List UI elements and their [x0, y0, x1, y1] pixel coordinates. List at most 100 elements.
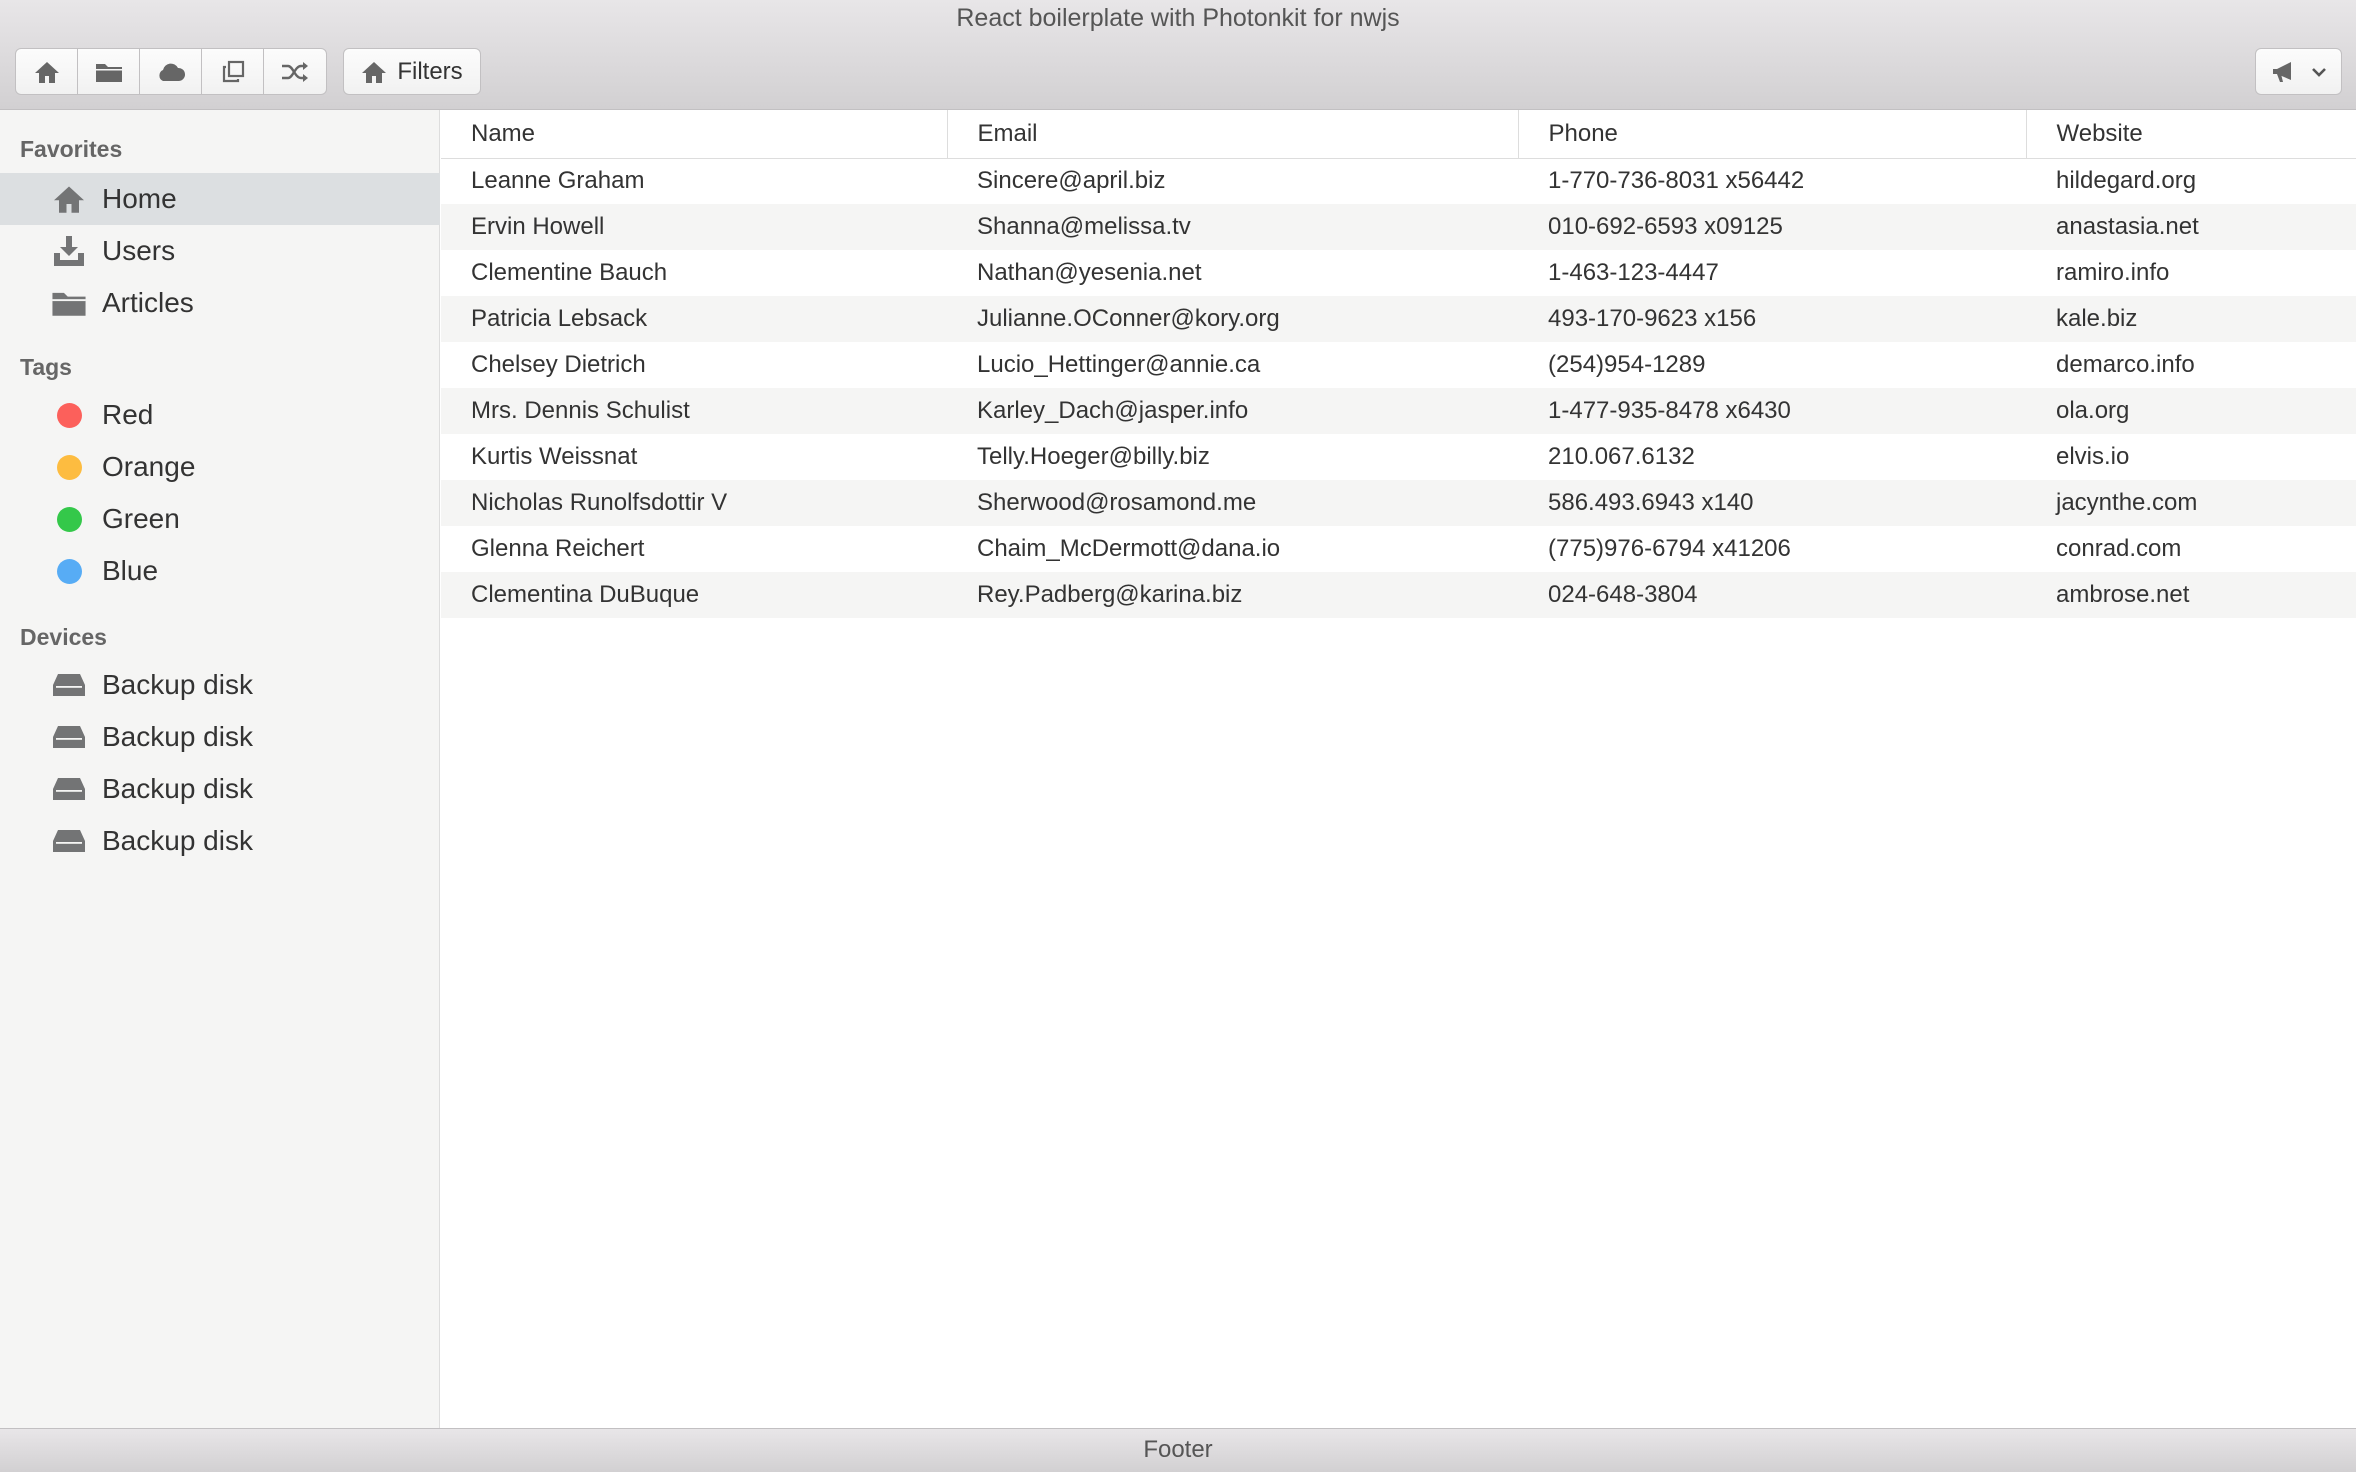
green-dot-icon — [50, 500, 88, 538]
sidebar-item-users[interactable]: Users — [0, 225, 440, 277]
folder-button[interactable] — [78, 49, 140, 94]
table-row[interactable]: Mrs. Dennis Schulist Karley_Dach@jasper.… — [441, 388, 2356, 434]
sidebar-item-label: Red — [102, 399, 154, 430]
sidebar-item-tag-orange[interactable]: Orange — [0, 441, 440, 493]
sidebar-item-label: Backup disk — [102, 825, 253, 856]
sidebar-item-backup-disk[interactable]: Backup disk — [0, 659, 440, 711]
cell-website: ambrose.net — [2026, 572, 2356, 618]
table-row[interactable]: Patricia Lebsack Julianne.OConner@kory.o… — [441, 296, 2356, 342]
drive-icon — [50, 666, 88, 704]
cell-website: ramiro.info — [2056, 259, 2170, 286]
cell-website: elvis.io — [2056, 443, 2130, 470]
main-content: Name Email Phone Website Leanne Graham S… — [441, 110, 2356, 1428]
cell-phone: (254)954-1289 — [1548, 351, 1706, 378]
sidebar-item-home[interactable]: Home — [0, 173, 440, 225]
table-row[interactable]: Leanne Graham Sincere@april.biz 1-770-73… — [441, 158, 2356, 204]
cell-phone: 586.493.6943 x140 — [1518, 480, 2026, 526]
cell-website: jacynthe.com — [2026, 480, 2356, 526]
folder-icon — [50, 284, 88, 322]
sidebar-item-label: Users — [102, 235, 176, 266]
home-icon — [361, 60, 387, 84]
download-icon — [50, 232, 88, 270]
sidebar-item-backup-disk[interactable]: Backup disk — [0, 711, 440, 763]
cell-phone: 1-463-123-4447 — [1548, 259, 1719, 286]
cloud-button[interactable] — [140, 49, 202, 94]
cell-name: Clementina DuBuque — [441, 572, 947, 618]
sidebar-item-backup-disk[interactable]: Backup disk — [0, 763, 440, 815]
cell-name: Leanne Graham — [471, 167, 645, 195]
tags-heading: Tags — [20, 354, 72, 380]
column-header-name[interactable]: Name — [441, 110, 948, 159]
cell-name: Chelsey Dietrich — [471, 351, 646, 378]
column-header-website[interactable]: Website — [2026, 110, 2356, 159]
cell-phone: 010-692-6593 x09125 — [1518, 204, 2026, 250]
cell-website: hildegard.org — [2056, 167, 2197, 195]
cell-website: kale.biz — [2026, 296, 2356, 342]
megaphone-dropdown-button[interactable] — [2255, 48, 2342, 95]
blue-dot-icon — [50, 552, 88, 590]
table-row[interactable]: Kurtis Weissnat Telly.Hoeger@billy.biz 2… — [441, 434, 2356, 480]
table-row[interactable]: Clementine Bauch Nathan@yesenia.net 1-46… — [441, 250, 2356, 296]
filters-label: Filters — [397, 57, 463, 85]
cell-name: Kurtis Weissnat — [471, 443, 638, 470]
sidebar-item-tag-red[interactable]: Red — [0, 389, 440, 441]
sidebar-item-label: Green — [102, 503, 180, 534]
sidebar-item-tag-blue[interactable]: Blue — [0, 545, 440, 597]
cell-website: demarco.info — [2056, 351, 2195, 378]
cell-website: ola.org — [2026, 388, 2356, 434]
chevron-down-icon — [2311, 66, 2327, 78]
sidebar-item-label: Articles — [102, 287, 194, 318]
sidebar-item-label: Backup disk — [102, 669, 253, 700]
cloud-icon — [156, 62, 186, 82]
window-title: React boilerplate with Photonkit for nwj… — [956, 4, 1400, 32]
table-row[interactable]: Clementina DuBuque Rey.Padberg@karina.bi… — [441, 572, 2356, 618]
cell-email: Chaim_McDermott@dana.io — [977, 535, 1281, 562]
sidebar-item-label: Orange — [102, 451, 196, 482]
home-button[interactable] — [16, 49, 78, 94]
shuffle-icon — [281, 61, 309, 83]
table-row[interactable]: Nicholas Runolfsdottir V Sherwood@rosamo… — [441, 480, 2356, 526]
table-row[interactable]: Chelsey Dietrich Lucio_Hettinger@annie.c… — [441, 342, 2356, 388]
cell-email: Shanna@melissa.tv — [947, 204, 1518, 250]
popup-button[interactable] — [202, 49, 264, 94]
filters-button[interactable]: Filters — [343, 48, 481, 95]
cell-name: Clementine Bauch — [471, 259, 668, 286]
folder-icon — [95, 61, 123, 83]
sidebar: Favorites Home Users Articles Tags Red O… — [0, 110, 440, 1428]
cell-email: Telly.Hoeger@billy.biz — [977, 443, 1210, 470]
cell-email: Karley_Dach@jasper.info — [947, 388, 1518, 434]
cell-email: Lucio_Hettinger@annie.ca — [977, 351, 1261, 378]
cell-website: conrad.com — [2056, 535, 2182, 562]
sidebar-item-label: Backup disk — [102, 721, 253, 752]
favorites-heading: Favorites — [20, 136, 123, 162]
drive-icon — [50, 770, 88, 808]
sidebar-item-articles[interactable]: Articles — [0, 277, 440, 329]
table-row[interactable]: Glenna Reichert Chaim_McDermott@dana.io … — [441, 526, 2356, 572]
cell-phone: (775)976-6794 x41206 — [1548, 535, 1791, 562]
cell-phone: 493-170-9623 x156 — [1518, 296, 2026, 342]
popup-icon — [221, 60, 245, 84]
cell-phone: 1-770-736-8031 x56442 — [1548, 167, 1805, 195]
cell-email: Sherwood@rosamond.me — [947, 480, 1518, 526]
toolbar-button-group — [15, 48, 327, 95]
home-icon — [34, 60, 60, 84]
shuffle-button[interactable] — [264, 49, 326, 94]
users-table: Name Email Phone Website Leanne Graham S… — [441, 110, 2356, 618]
cell-name: Glenna Reichert — [471, 535, 645, 562]
table-row[interactable]: Ervin Howell Shanna@melissa.tv 010-692-6… — [441, 204, 2356, 250]
drive-icon — [50, 718, 88, 756]
column-header-phone[interactable]: Phone — [1518, 110, 2027, 159]
red-dot-icon — [50, 396, 88, 434]
drive-icon — [50, 822, 88, 860]
orange-dot-icon — [50, 448, 88, 486]
cell-name: Patricia Lebsack — [441, 296, 947, 342]
cell-name: Mrs. Dennis Schulist — [441, 388, 947, 434]
sidebar-item-tag-green[interactable]: Green — [0, 493, 440, 545]
sidebar-item-backup-disk[interactable]: Backup disk — [0, 815, 440, 867]
cell-email: Nathan@yesenia.net — [977, 259, 1202, 286]
footer: Footer — [0, 1428, 2356, 1472]
cell-phone: 210.067.6132 — [1548, 443, 1695, 470]
toolbar-header: React boilerplate with Photonkit for nwj… — [0, 0, 2356, 110]
column-header-email[interactable]: Email — [947, 110, 1519, 159]
app-window: React boilerplate with Photonkit for nwj… — [0, 0, 2356, 1472]
